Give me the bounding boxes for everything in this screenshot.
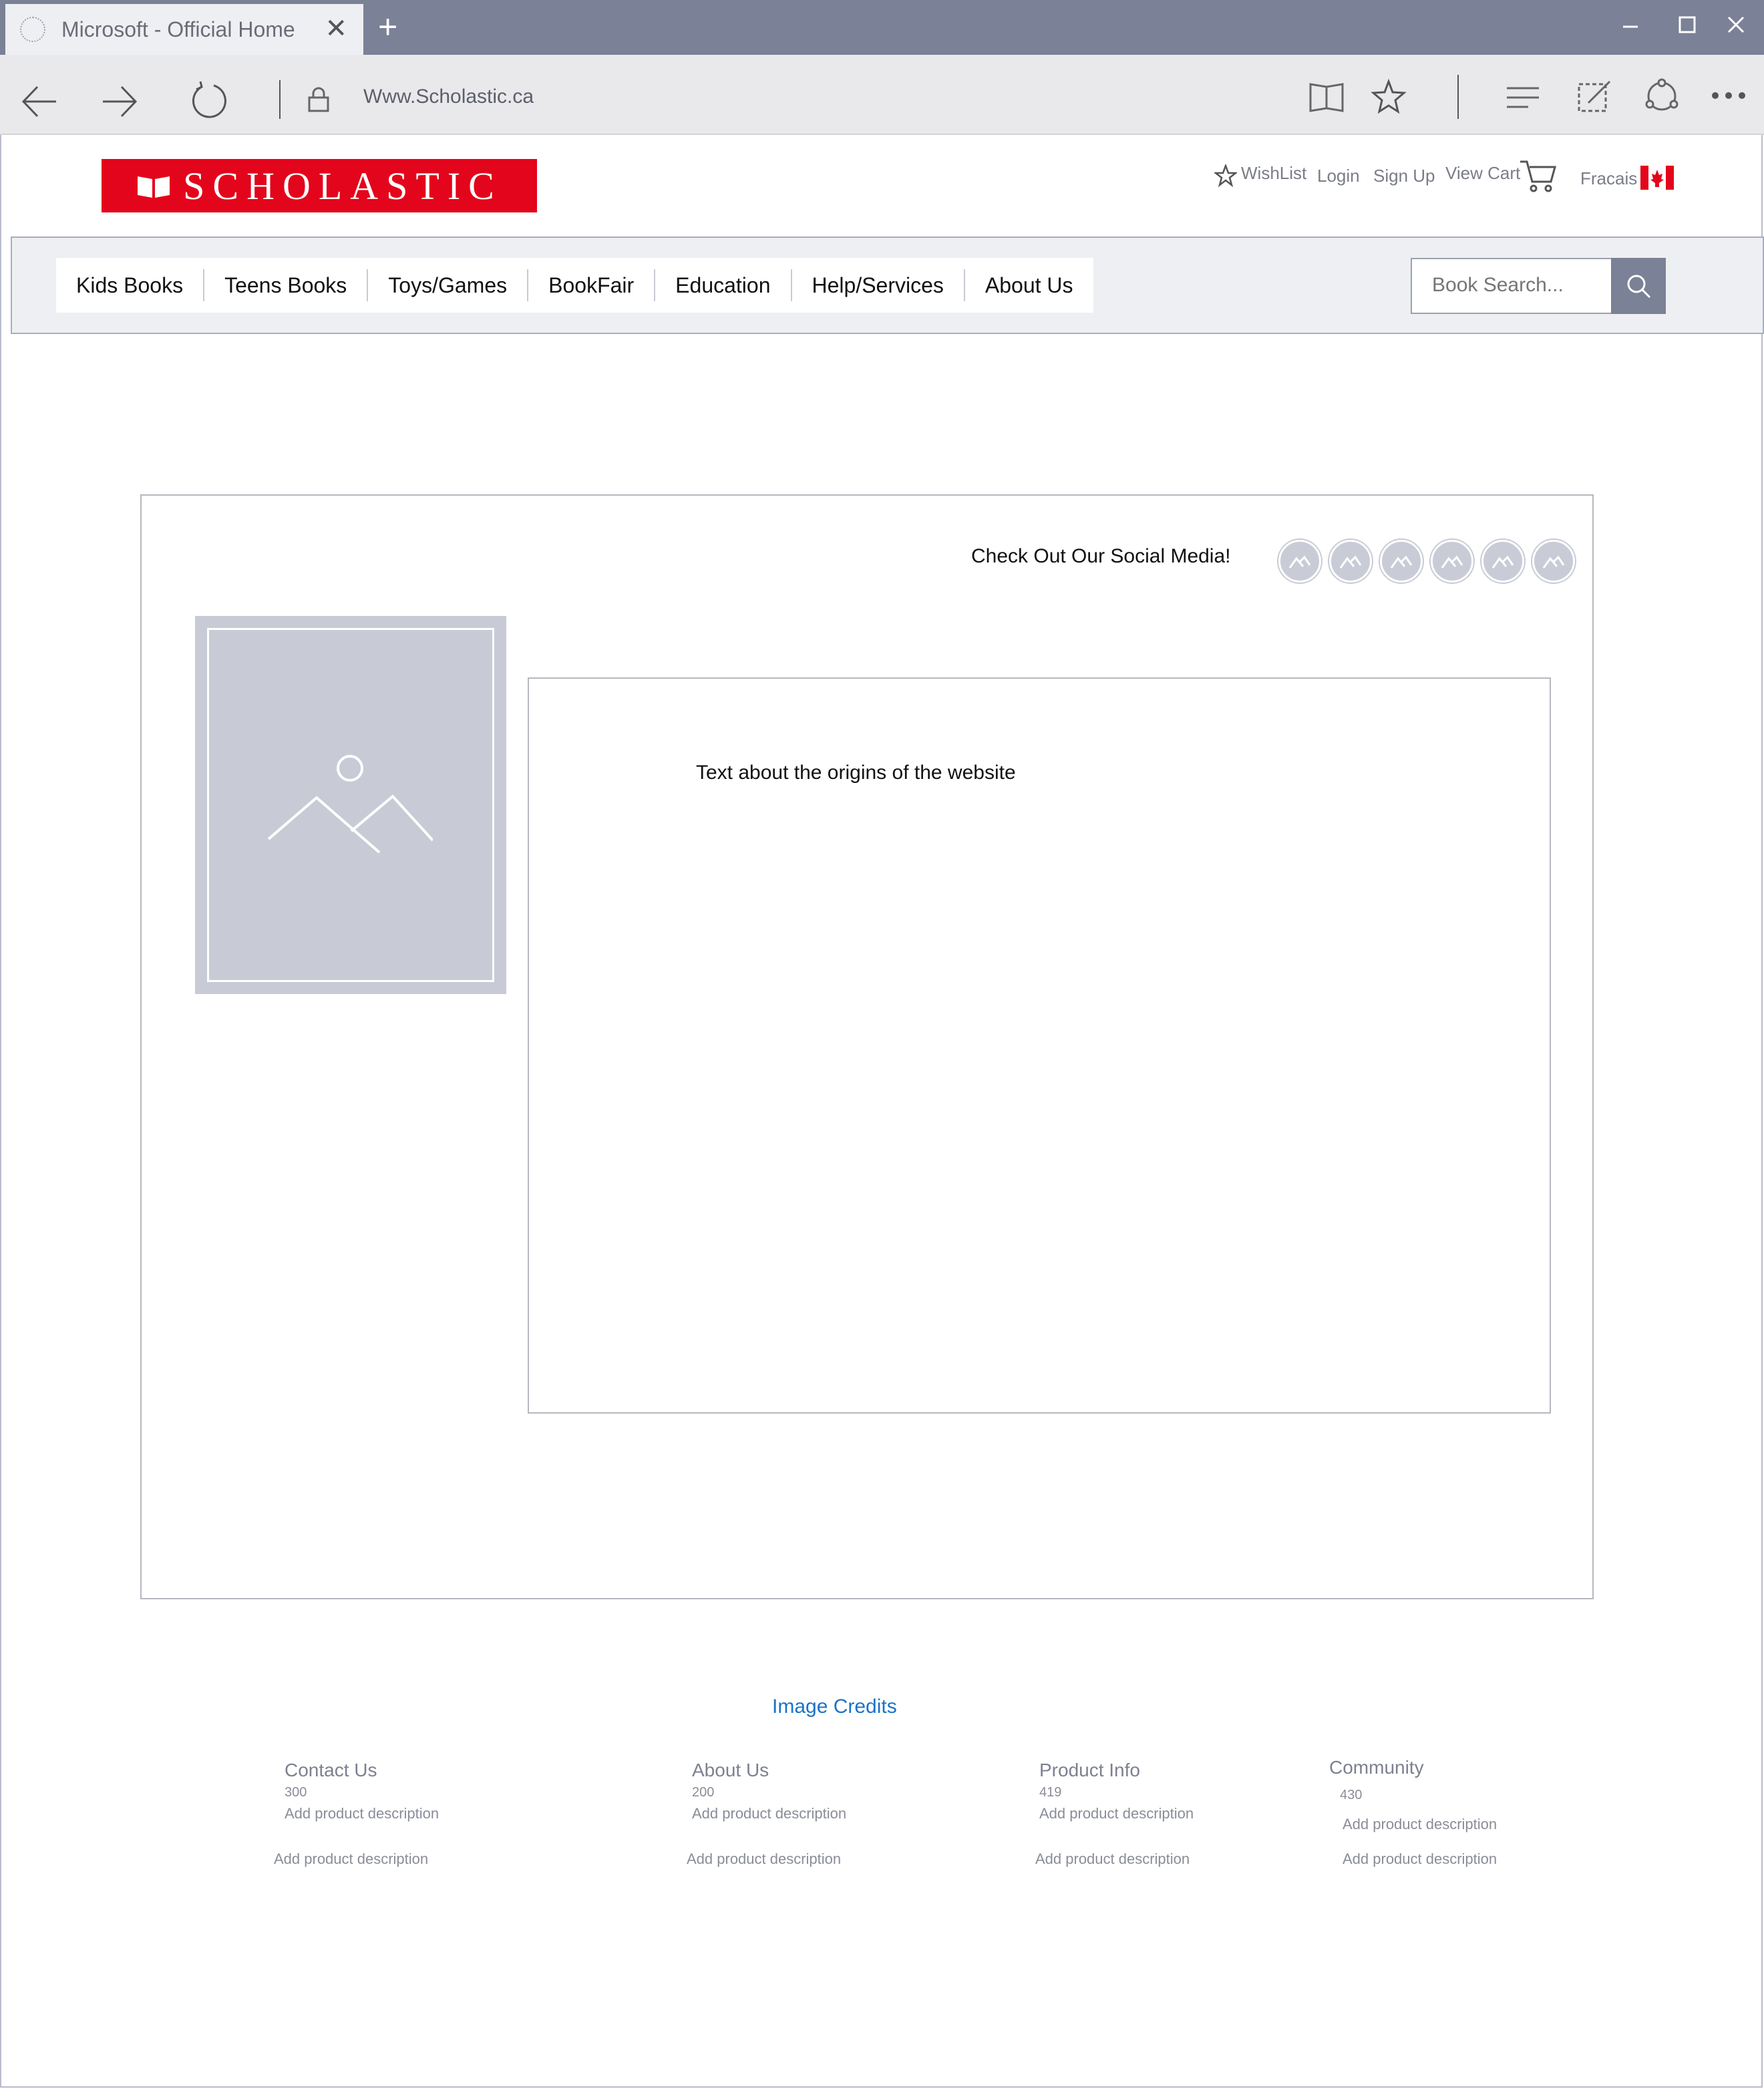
footer-description: Add product description — [274, 1851, 429, 1867]
footer-heading-contact-us[interactable]: Contact Us — [285, 1760, 377, 1781]
view-cart-link[interactable]: View Cart — [1445, 163, 1520, 184]
share-icon[interactable] — [1643, 77, 1681, 115]
wishlist-link[interactable]: WishList — [1241, 163, 1306, 184]
forward-arrow-icon[interactable] — [99, 82, 139, 122]
social-media-icon[interactable] — [1431, 540, 1473, 583]
close-tab-icon[interactable]: ✕ — [325, 13, 347, 44]
origins-text: Text about the origins of the website — [696, 762, 1016, 784]
footer-description: Add product description — [1343, 1816, 1497, 1832]
social-media-icon[interactable] — [1380, 540, 1423, 583]
nav-item-about-us[interactable]: About Us — [965, 269, 1093, 301]
maximize-icon[interactable] — [1678, 9, 1698, 51]
signup-link[interactable]: Sign Up — [1373, 166, 1435, 186]
hub-icon[interactable] — [1504, 83, 1542, 112]
nav-item-help-services[interactable]: Help/Services — [792, 269, 965, 301]
image-placeholder — [195, 616, 506, 994]
nav-item-toys-games[interactable]: Toys/Games — [368, 269, 529, 301]
footer-description: Add product description — [1343, 1851, 1497, 1867]
footer-description: Add product description — [692, 1805, 847, 1822]
book-search-input[interactable] — [1412, 259, 1627, 311]
open-book-icon — [138, 176, 170, 198]
reading-view-icon[interactable] — [1308, 79, 1345, 116]
login-link[interactable]: Login — [1317, 166, 1360, 186]
shopping-cart-icon[interactable] — [1519, 158, 1558, 194]
favorite-star-icon[interactable] — [1371, 79, 1407, 115]
url-field[interactable]: Www.Scholastic.ca — [363, 86, 534, 108]
refresh-icon[interactable] — [188, 80, 228, 120]
tab-title: Microsoft - Official Home — [61, 17, 295, 41]
footer-number: 419 — [1039, 1785, 1062, 1800]
footer-description: Add product description — [1039, 1805, 1194, 1822]
nav-item-kids-books[interactable]: Kids Books — [56, 269, 205, 301]
footer-heading-community[interactable]: Community — [1329, 1757, 1424, 1778]
search-button[interactable] — [1611, 258, 1666, 314]
back-arrow-icon[interactable] — [20, 82, 60, 122]
nav-item-education[interactable]: Education — [655, 269, 792, 301]
footer-heading-product-info[interactable]: Product Info — [1039, 1760, 1140, 1781]
web-note-icon[interactable] — [1576, 77, 1614, 115]
footer-number: 430 — [1340, 1788, 1363, 1802]
footer-heading-about-us[interactable]: About Us — [692, 1760, 769, 1781]
canada-flag-icon[interactable] — [1640, 166, 1674, 190]
page-favicon-icon — [20, 17, 45, 42]
footer-description: Add product description — [687, 1851, 842, 1867]
scholastic-logo[interactable]: SCHOLASTIC — [102, 159, 537, 212]
nav-item-bookfair[interactable]: BookFair — [528, 269, 656, 301]
image-credits-link[interactable]: Image Credits — [772, 1696, 897, 1718]
footer-description: Add product description — [285, 1805, 439, 1822]
nav-item-teens-books[interactable]: Teens Books — [204, 269, 369, 301]
more-options-icon[interactable] — [1710, 87, 1747, 104]
toolbar-divider — [1457, 75, 1459, 119]
footer-number: 300 — [285, 1785, 307, 1800]
footer-description: Add product description — [1035, 1851, 1190, 1867]
address-divider — [279, 80, 281, 119]
address-bar — [0, 55, 1764, 135]
close-window-icon[interactable] — [1726, 9, 1746, 51]
browser-tab[interactable]: Microsoft - Official Home ✕ — [5, 4, 363, 55]
origins-text-box — [528, 677, 1551, 1414]
social-media-icon[interactable] — [1329, 540, 1372, 583]
main-menu: Kids Books Teens Books Toys/Games BookFa… — [56, 258, 1093, 313]
new-tab-button[interactable]: + — [378, 7, 397, 47]
language-link[interactable]: Fracais — [1580, 168, 1637, 189]
social-media-icon[interactable] — [1481, 540, 1524, 583]
social-media-icon[interactable] — [1532, 540, 1575, 583]
mountain-image-icon — [267, 755, 433, 854]
logo-text: SCHOLASTIC — [183, 164, 502, 208]
social-media-label: Check Out Our Social Media! — [971, 545, 1231, 567]
footer-number: 200 — [692, 1785, 715, 1800]
lock-icon — [308, 87, 329, 112]
minimize-icon[interactable] — [1622, 9, 1639, 51]
search-icon — [1627, 275, 1651, 299]
wishlist-star-icon[interactable] — [1214, 164, 1237, 187]
social-media-icon[interactable] — [1278, 540, 1321, 583]
